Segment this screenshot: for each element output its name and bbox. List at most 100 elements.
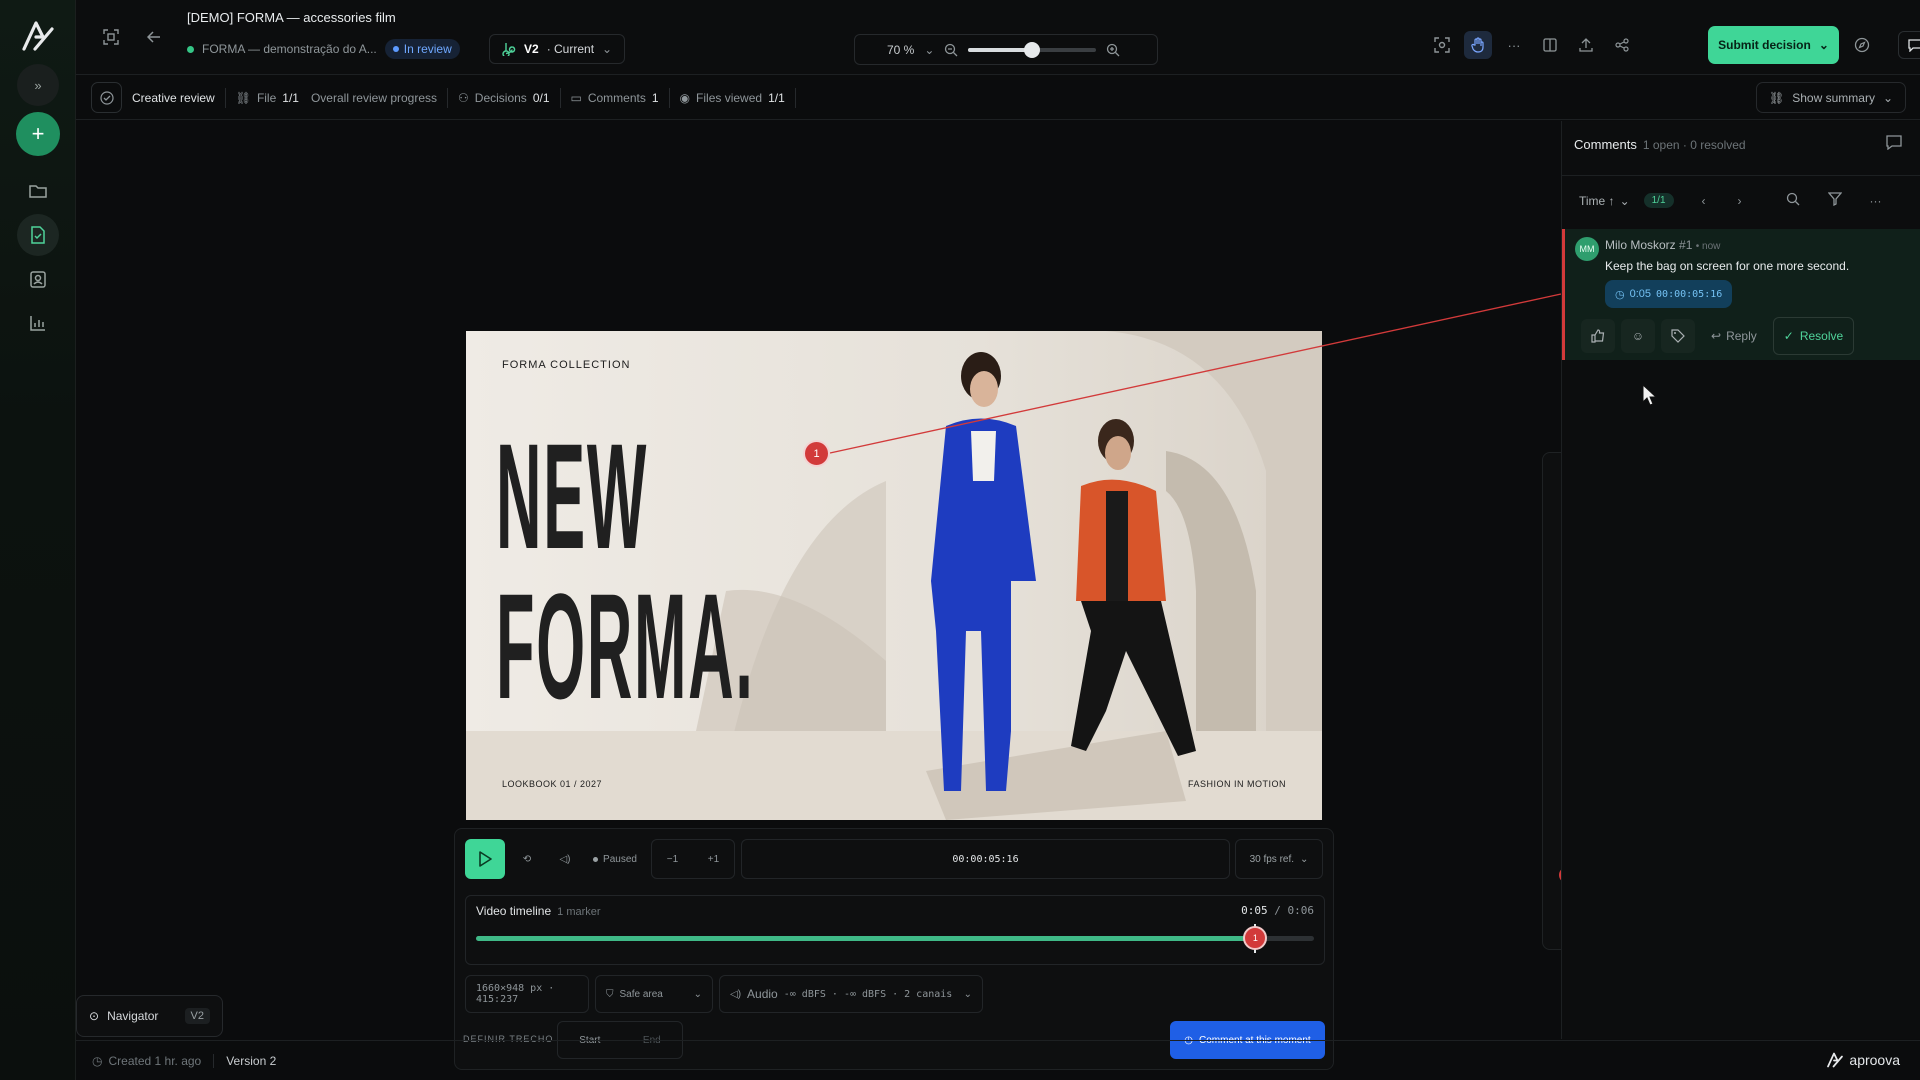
comment-card[interactable]: MM Milo Moskorz #1 • now Keep the bag on… — [1562, 229, 1920, 360]
nav-contacts-button[interactable] — [17, 258, 59, 300]
focus-mode-button[interactable] — [97, 23, 125, 51]
resolve-button[interactable]: ✓ Resolve — [1772, 317, 1855, 355]
new-comment-icon[interactable] — [1886, 135, 1902, 153]
top-bar: [DEMO] FORMA — accessories film FORMA — … — [76, 0, 1920, 75]
timeline-comment-marker[interactable]: 1 — [1243, 926, 1268, 950]
previous-comment-button[interactable]: ‹ — [1702, 194, 1706, 208]
version-label: V2 — [524, 42, 539, 56]
version-state: · Current — [546, 42, 595, 56]
reply-icon: ↩ — [1711, 329, 1722, 343]
share-button[interactable] — [1608, 31, 1636, 59]
comment-icon: ▭ — [570, 90, 582, 105]
add-reaction-button[interactable]: ☺ — [1621, 319, 1655, 353]
zoom-slider[interactable] — [968, 41, 1097, 58]
zoom-level[interactable]: 70 % — [887, 43, 914, 57]
nav-review-button[interactable] — [17, 214, 59, 256]
artwork-lookbook-text: LOOKBOOK 01 / 2027 — [502, 779, 603, 789]
speaker-icon: ◁) — [559, 853, 571, 865]
app-logo-icon — [1827, 1052, 1844, 1068]
filter-icon[interactable] — [1827, 192, 1842, 209]
audio-meter[interactable]: ◁) Audio -∞ dBFS · -∞ dBFS · 2 canais ⌄ — [719, 975, 983, 1013]
document-title: [DEMO] FORMA — accessories film — [187, 10, 396, 25]
timeline-scrubber[interactable]: 1 — [476, 924, 1314, 953]
chevron-down-icon: ⌄ — [1300, 853, 1309, 865]
comments-toggle-button[interactable]: 1 — [1898, 31, 1920, 59]
artwork-tagline-text: FASHION IN MOTION — [1187, 779, 1286, 789]
volume-button[interactable]: ◁) — [551, 839, 579, 879]
timeline-title: Video timeline 1 marker — [476, 904, 601, 918]
comment-timestamp-chip[interactable]: ◷ 0:05 00:00:05:16 — [1605, 280, 1733, 308]
versions-icon — [502, 43, 516, 56]
step-forward-button[interactable]: +1 — [708, 854, 719, 865]
zoom-out-icon[interactable] — [944, 43, 958, 57]
review-mode-button[interactable] — [91, 82, 122, 113]
comment-text: Keep the bag on screen for one more seco… — [1605, 259, 1850, 273]
export-button[interactable] — [1572, 31, 1600, 59]
double-chevron-right-icon: » — [34, 77, 42, 93]
show-summary-button[interactable]: ⛓ Show summary ⌄ — [1756, 82, 1906, 113]
split-view-button[interactable] — [1536, 31, 1564, 59]
speaker-icon: ◁) — [730, 988, 742, 1000]
timecode-display: 00:00:05:16 — [741, 839, 1230, 879]
artwork-frame[interactable]: FORMA COLLECTION NEW FORMA. LOOKBOOK 01 … — [466, 331, 1322, 820]
link-icon: ⛓ — [1769, 90, 1785, 105]
search-icon[interactable] — [1786, 192, 1800, 209]
decisions-progress[interactable]: ⚇ Decisions 0/1 — [448, 87, 561, 108]
more-horizontal-icon[interactable]: ··· — [1870, 194, 1882, 208]
review-mode-label: Creative review — [122, 87, 226, 108]
brand-logo: aproova — [1826, 1052, 1900, 1068]
version-selector[interactable]: V2 · Current ⌄ — [489, 34, 626, 64]
nav-folders-button[interactable] — [17, 170, 59, 212]
reply-button[interactable]: ↩ Reply — [1701, 329, 1767, 343]
sort-selector[interactable]: Time ↑ ⌄ — [1579, 194, 1630, 208]
chevron-down-icon: ⌄ — [693, 988, 702, 1000]
fps-selector[interactable]: 30 fps ref. ⌄ — [1235, 839, 1323, 879]
timeline-progress-fill — [476, 936, 1256, 941]
zoom-slider-handle[interactable] — [1024, 41, 1041, 58]
zoom-in-icon[interactable] — [1106, 43, 1120, 57]
clock-icon: ◷ — [92, 1053, 103, 1068]
plus-icon: + — [31, 121, 45, 146]
loop-button[interactable]: ⟲ — [513, 839, 541, 879]
nav-analytics-button[interactable] — [17, 302, 59, 344]
pan-tool-button[interactable] — [1464, 31, 1492, 59]
tag-button[interactable] — [1661, 319, 1695, 353]
like-button[interactable] — [1581, 319, 1615, 353]
safe-area-toggle[interactable]: ⛉ Safe area ⌄ — [595, 975, 713, 1013]
compass-icon — [1854, 37, 1870, 53]
review-stage: FORMA COLLECTION NEW FORMA. LOOKBOOK 01 … — [76, 121, 1590, 1070]
next-comment-button[interactable]: › — [1738, 194, 1742, 208]
footer-bar: ◷ Created 1 hr. ago Version 2 aproova — [76, 1040, 1920, 1080]
comment-page-indicator: 1/1 — [1643, 193, 1674, 208]
check-circle-icon: ✓ — [1783, 329, 1794, 343]
navigator-button[interactable]: ⊙ Navigator V2 — [76, 995, 223, 1037]
app-logo-icon[interactable] — [21, 20, 55, 52]
chevron-down-icon: ⌄ — [602, 42, 613, 56]
document-subtitle-row: FORMA — demonstração do A... In review — [187, 39, 460, 59]
zoom-dropdown-chevron-icon[interactable]: ⌄ — [924, 43, 934, 57]
chevron-down-icon: ⌄ — [1818, 38, 1829, 52]
bar-chart-icon — [30, 316, 45, 331]
files-viewed-progress[interactable]: ◉ Files viewed 1/1 — [670, 87, 796, 108]
expand-sidebar-button[interactable]: » — [17, 64, 59, 106]
playback-state: Paused — [585, 839, 645, 879]
play-button[interactable] — [465, 839, 505, 879]
create-new-button[interactable]: + — [16, 112, 60, 156]
overall-progress-label: Overall review progress — [310, 90, 438, 105]
review-status-badge[interactable]: In review — [384, 39, 460, 59]
fit-screen-button[interactable] — [1428, 31, 1456, 59]
comments-panel: Comments 1 open · 0 resolved Time ↑ ⌄ 1/1 … — [1561, 121, 1920, 1039]
back-button[interactable] — [140, 23, 168, 51]
compass-button[interactable] — [1848, 31, 1876, 59]
submit-decision-label: Submit decision — [1718, 38, 1811, 52]
more-options-button[interactable]: ··· — [1500, 31, 1528, 59]
comments-progress[interactable]: ▭ Comments 1 — [561, 87, 670, 108]
footer-version: Version 2 — [226, 1053, 277, 1068]
file-progress[interactable]: ⛓ File 1/1 Overall review progress — [226, 87, 449, 108]
submit-decision-button[interactable]: Submit decision ⌄ — [1708, 26, 1839, 64]
step-back-button[interactable]: −1 — [667, 854, 678, 865]
project-name[interactable]: FORMA — demonstração do A... — [202, 42, 377, 56]
zoom-slider-fill — [968, 47, 1033, 52]
more-horizontal-icon: ··· — [1507, 37, 1521, 53]
annotation-pin[interactable]: 1 — [803, 440, 830, 467]
